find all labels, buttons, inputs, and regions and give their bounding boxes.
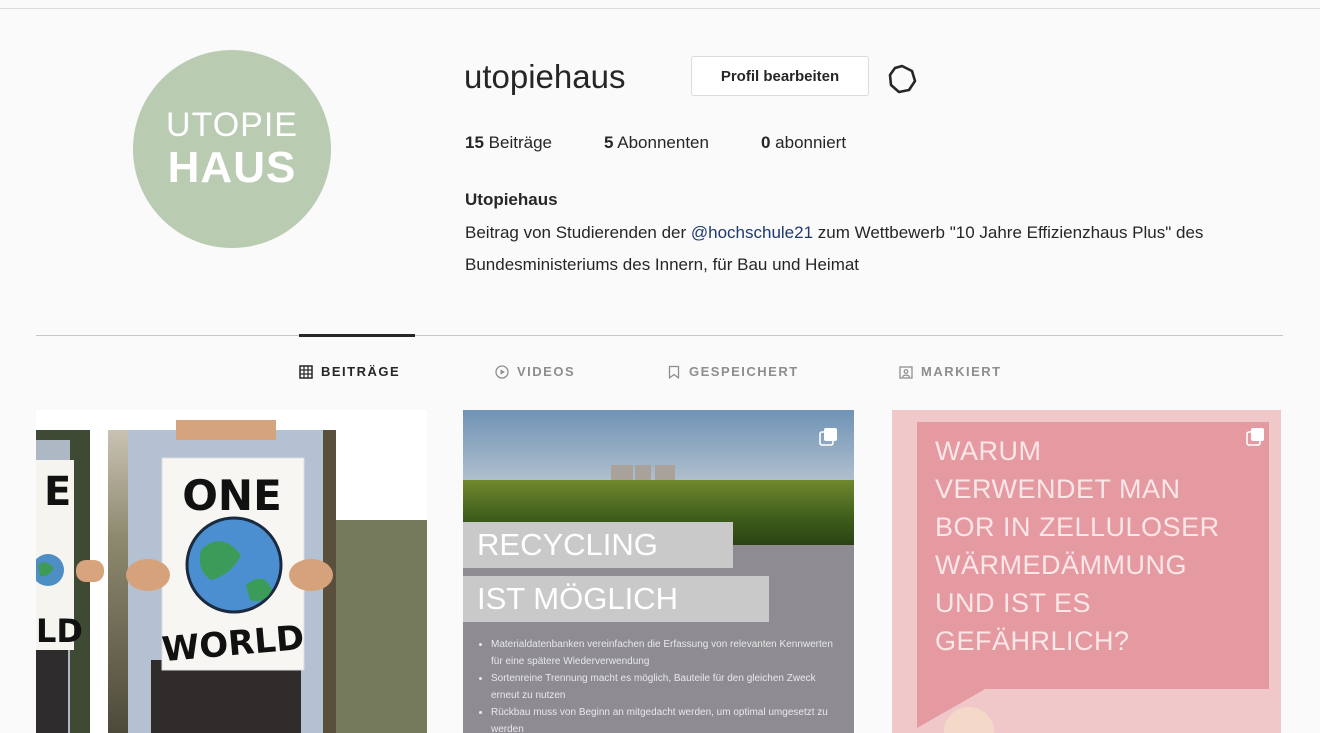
profile-bio: Beitrag von Studierenden der @hochschule… [465,217,1225,281]
post-warum-bor[interactable]: WARUM VERWENDET MAN BOR IN ZELLULOSER WÄ… [892,410,1281,733]
tab-tagged[interactable]: MARKIERT [899,364,1002,379]
list-item: Sortenreine Trennung macht es möglich, B… [491,670,841,704]
bookmark-icon [668,365,680,379]
tab-posts[interactable]: BEITRÄGE [299,364,400,379]
tab-posts-label: BEITRÄGE [321,364,401,379]
tab-videos-label: VIDEOS [517,364,576,379]
bio-text-start: Beitrag von Studierenden der [465,223,691,242]
video-icon [495,364,509,379]
stat-following[interactable]: 0 abonniert [761,133,846,153]
sign-left-text-top: E [44,469,71,515]
stat-posts[interactable]: 15 Beiträge [465,133,552,153]
stat-followers-label: Abonnenten [617,133,709,152]
tab-videos[interactable]: VIDEOS [495,364,575,379]
tab-saved[interactable]: GESPEICHERT [667,364,799,379]
possible-banner-text: IST MÖGLICH [477,581,678,616]
profile-avatar[interactable]: UTOPIE HAUS [133,50,331,248]
sign-left-text-bottom: LD [36,612,83,650]
recycling-banner: RECYCLING [463,522,733,568]
list-item: Materialdatenbanken vereinfachen die Erf… [491,636,841,670]
post-one-world[interactable]: ONE WORLD E LD [36,410,427,733]
settings-gear-icon[interactable] [886,63,918,95]
post-recycling[interactable]: RECYCLING IST MÖGLICH Materialdatenbanke… [463,410,854,733]
multiple-images-icon [1246,428,1264,446]
post-text-line: WARUM [935,436,1042,466]
active-tab-indicator [299,334,415,337]
post-text-line: VERWENDET MAN [935,474,1181,504]
bio-mention-link[interactable]: @hochschule21 [691,223,813,242]
tab-saved-label: GESPEICHERT [689,364,799,379]
post-text-line: WÄRMEDÄMMUNG [935,550,1187,580]
post-one-world-image: ONE WORLD E LD [36,410,427,733]
post-warum-text: WARUM VERWENDET MAN BOR IN ZELLULOSER WÄ… [935,432,1265,660]
avatar-text-line1: UTOPIE [166,106,298,144]
profile-stats: 15 Beiträge 5 Abonnenten 0 abonniert [465,133,898,153]
stat-following-count: 0 [760,133,771,152]
possible-banner: IST MÖGLICH [463,576,769,622]
profile-display-name: Utopiehaus [465,190,558,209]
stat-followers-count: 5 [603,133,614,152]
top-border [0,8,1320,9]
list-item: Rückbau muss von Beginn an mitgedacht we… [491,704,841,733]
grid-icon [299,364,313,379]
tagged-icon [899,365,913,379]
stat-posts-label: Beiträge [488,133,552,152]
edit-profile-button[interactable]: Profil bearbeiten [691,56,869,96]
post-text-line: UND IST ES [935,588,1092,618]
stat-posts-count: 15 [465,133,484,152]
post-text-line: GEFÄHRLICH? [935,626,1130,656]
profile-username: utopiehaus [464,58,626,95]
multiple-images-icon [819,428,837,446]
avatar-text-line2: HAUS [167,143,297,192]
post-text-line: BOR IN ZELLULOSER [935,512,1220,542]
recycling-banner-text: RECYCLING [477,527,658,562]
tabs-divider [36,335,1283,336]
recycling-bullet-list: Materialdatenbanken vereinfachen die Erf… [491,636,841,733]
stat-followers[interactable]: 5 Abonnenten [604,133,709,153]
stat-following-label: abonniert [775,133,847,152]
tab-tagged-label: MARKIERT [921,364,1002,379]
sign-text-one: ONE [182,471,282,520]
